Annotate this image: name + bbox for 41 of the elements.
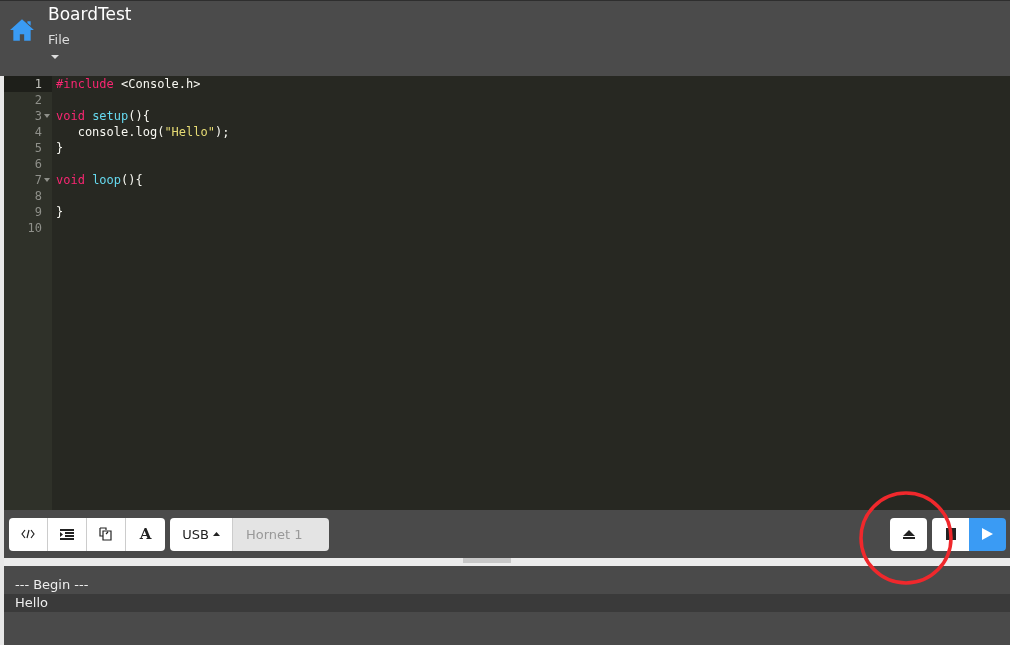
code-line: } xyxy=(56,205,64,219)
line-number: 4 xyxy=(34,125,42,139)
stop-button[interactable] xyxy=(932,517,969,551)
port-dropdown[interactable]: USB xyxy=(170,517,233,551)
play-icon xyxy=(982,528,993,540)
caret-icon[interactable] xyxy=(51,55,59,59)
code-line: console.log("Hello"); xyxy=(76,125,230,139)
code-line: void setup(){ xyxy=(56,109,150,123)
run-button[interactable] xyxy=(969,517,1006,551)
eject-icon xyxy=(902,529,915,539)
stop-icon xyxy=(945,528,956,540)
caret-icon xyxy=(212,532,220,536)
font-button[interactable]: A xyxy=(126,517,165,551)
console-line: --- Begin --- xyxy=(15,577,89,592)
line-number: 3 xyxy=(34,109,42,123)
line-number: 9 xyxy=(34,205,42,219)
code-editor[interactable]: 1 2 3 4 5 6 7 8 9 10 #include <Console.h> void setup(){ console.log("Hello"); } void loop(){ } xyxy=(4,76,1010,510)
console-line: Hello xyxy=(15,595,48,610)
line-number: 8 xyxy=(34,189,42,203)
project-title: BoardTest xyxy=(48,4,132,24)
code-line: } xyxy=(56,141,64,155)
code-button[interactable] xyxy=(9,517,48,551)
line-number: 2 xyxy=(34,93,42,107)
indent-icon xyxy=(60,528,74,540)
copy-button[interactable] xyxy=(87,517,126,551)
home-icon[interactable] xyxy=(9,18,35,42)
eject-button[interactable] xyxy=(890,517,927,551)
code-icon xyxy=(21,529,35,539)
line-number: 1 xyxy=(34,77,42,91)
line-number: 6 xyxy=(34,157,42,171)
file-menu[interactable]: File xyxy=(48,32,70,47)
line-number: 10 xyxy=(27,221,42,235)
resize-handle[interactable] xyxy=(463,558,511,563)
indent-button[interactable] xyxy=(48,517,87,551)
copy-icon xyxy=(99,527,113,541)
code-line: #include <Console.h> xyxy=(56,77,201,91)
line-number: 7 xyxy=(34,173,42,187)
code-line: void loop(){ xyxy=(56,173,143,187)
line-number: 5 xyxy=(34,141,42,155)
fold-arrow-icon[interactable] xyxy=(44,114,50,118)
fold-arrow-icon[interactable] xyxy=(44,178,50,182)
